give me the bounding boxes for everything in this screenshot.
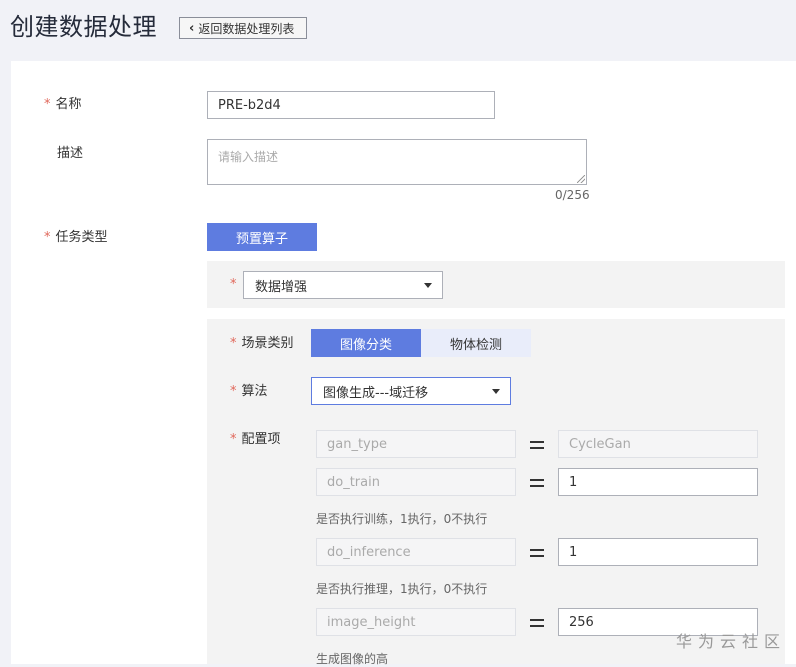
config-key-image-height: image_height <box>316 608 516 636</box>
algorithm-label: * 算法 <box>230 384 268 399</box>
caret-down-icon <box>424 283 432 288</box>
config-key-do-inference: do_inference <box>316 538 516 566</box>
form-card: * 名称 PRE-b2d4 描述 请输入描述 0/256 * 任务类型 预置算子 *… <box>11 61 796 666</box>
required-star: * <box>230 384 237 399</box>
task-type-label: * 任务类型 <box>44 230 108 245</box>
equals-icon <box>530 440 544 450</box>
config-key-gan-type: gan_type <box>316 430 516 458</box>
resize-grip-icon[interactable] <box>577 175 585 183</box>
description-placeholder: 请输入描述 <box>218 150 279 164</box>
scene-option-image-classification[interactable]: 图像分类 <box>311 329 421 357</box>
config-value-do-train[interactable]: 1 <box>558 468 758 496</box>
operator-select-value: 数据增强 <box>255 279 308 295</box>
required-star: * <box>230 277 237 292</box>
config-hint-do-inference: 是否执行推理，1执行，0不执行 <box>316 582 488 596</box>
caret-down-icon <box>492 389 500 394</box>
preset-operator-button[interactable]: 预置算子 <box>207 223 317 251</box>
operator-panel: * 数据增强 <box>207 261 785 308</box>
config-value-gan-type: CycleGan <box>558 430 758 458</box>
description-counter: 0/256 <box>555 188 590 202</box>
back-to-list-button[interactable]: ‹ 返回数据处理列表 <box>179 17 307 39</box>
scene-option-object-detection[interactable]: 物体检测 <box>421 329 531 357</box>
scene-label: * 场景类别 <box>230 336 294 351</box>
config-hint-image-height: 生成图像的高 <box>316 652 389 666</box>
algorithm-select-value: 图像生成---域迁移 <box>323 385 429 401</box>
equals-icon <box>530 548 544 558</box>
config-value-do-inference[interactable]: 1 <box>558 538 758 566</box>
required-star: * <box>44 97 51 112</box>
algorithm-panel: * 场景类别 图像分类 物体检测 * 算法 图像生成---域迁移 * 配置项 gan_… <box>207 319 785 666</box>
watermark: 华为云社区 <box>676 632 787 651</box>
back-button-label: 返回数据处理列表 <box>198 21 295 36</box>
required-star: * <box>230 432 237 447</box>
chevron-left-icon: ‹ <box>189 20 195 36</box>
name-input[interactable]: PRE-b2d4 <box>207 91 495 119</box>
operator-select[interactable]: 数据增强 <box>243 271 443 299</box>
config-label: * 配置项 <box>230 432 281 447</box>
equals-icon <box>530 618 544 628</box>
config-hint-do-train: 是否执行训练，1执行，0不执行 <box>316 512 488 526</box>
equals-icon <box>530 478 544 488</box>
algorithm-select[interactable]: 图像生成---域迁移 <box>311 377 511 405</box>
description-label: 描述 <box>57 146 84 161</box>
page-title: 创建数据处理 <box>10 13 157 41</box>
required-star: * <box>44 230 51 245</box>
name-label: * 名称 <box>44 97 82 112</box>
operator-star-label: * <box>230 275 242 295</box>
description-textarea[interactable]: 请输入描述 <box>207 139 587 185</box>
required-star: * <box>230 336 237 351</box>
config-key-do-train: do_train <box>316 468 516 496</box>
